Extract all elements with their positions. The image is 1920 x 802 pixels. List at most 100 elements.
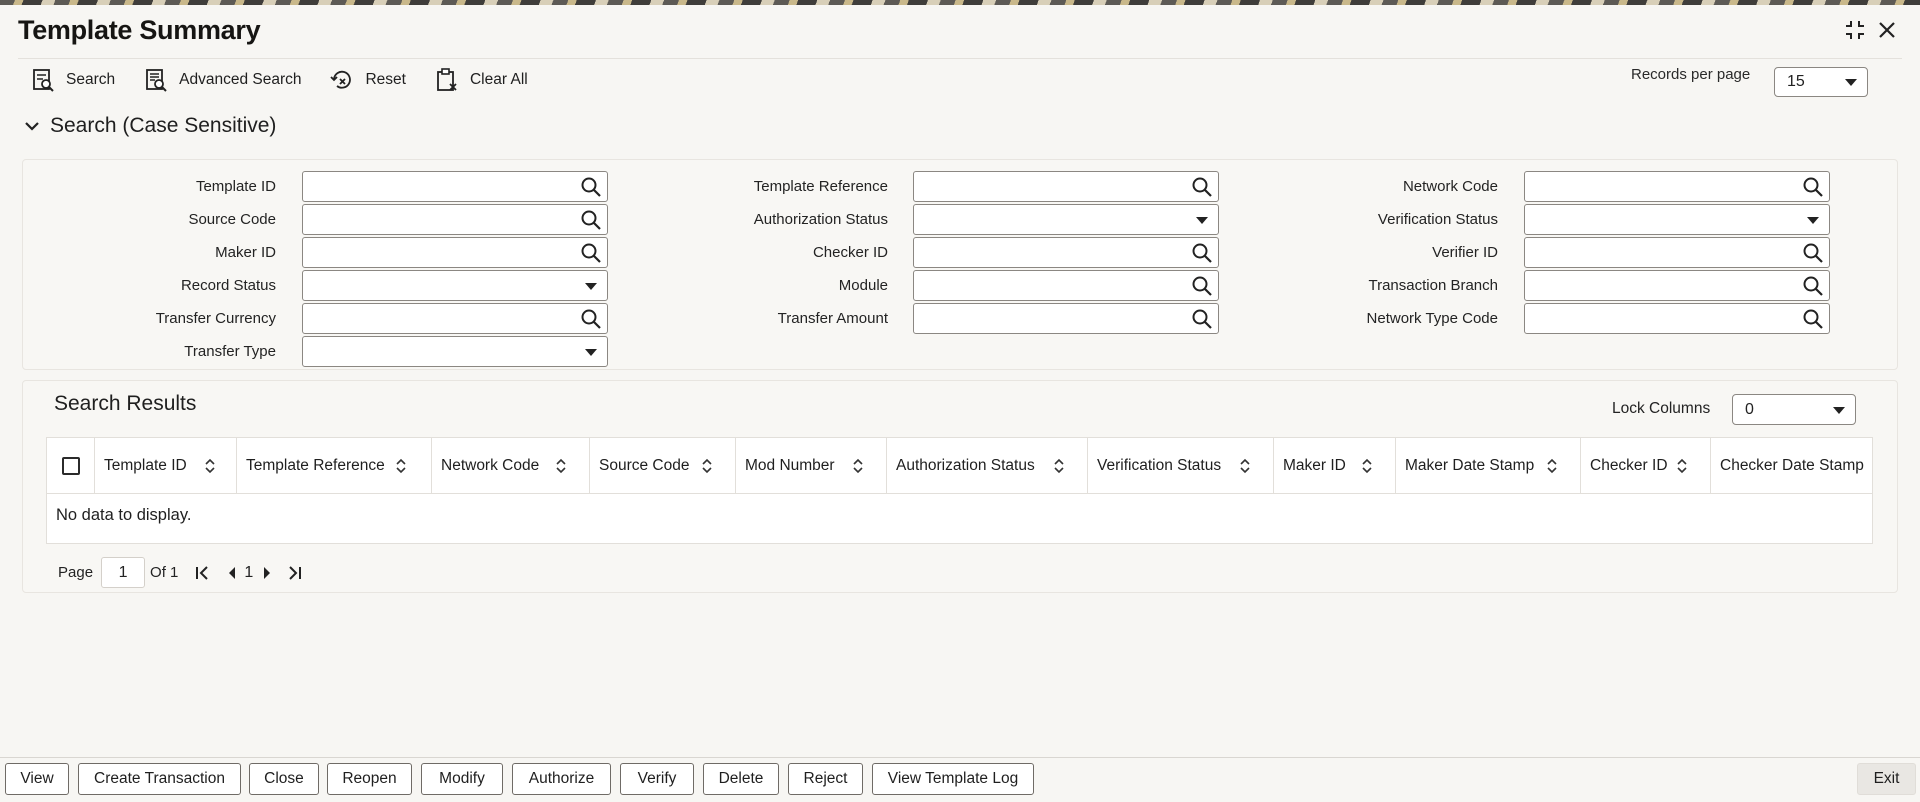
checker-id-input[interactable]: [913, 237, 1219, 268]
verification-status-select[interactable]: [1524, 204, 1830, 235]
view-button[interactable]: View: [5, 763, 69, 795]
minimize-icon[interactable]: [1842, 17, 1868, 43]
records-per-page-value: 15: [1787, 73, 1805, 90]
next-page-icon[interactable]: [261, 564, 273, 582]
page-label: Page: [58, 564, 94, 581]
advanced-search-label: Advanced Search: [179, 71, 302, 88]
first-page-icon[interactable]: [194, 564, 212, 582]
column-header-maker-date-stamp[interactable]: Maker Date Stamp: [1395, 438, 1580, 494]
column-header-mod-number[interactable]: Mod Number: [735, 438, 886, 494]
results-table: Template ID Template Reference Network C…: [46, 437, 1873, 544]
module-input[interactable]: [913, 270, 1219, 301]
network-code-label: Network Code: [1402, 178, 1498, 195]
column-header-source-code[interactable]: Source Code: [589, 438, 735, 494]
records-per-page-select[interactable]: 15: [1774, 67, 1868, 97]
column-header-checker-date-stamp[interactable]: Checker Date Stamp: [1710, 438, 1872, 494]
record-status-label: Record Status: [180, 277, 276, 294]
records-per-page-label: Records per page: [1631, 66, 1751, 83]
search-icon[interactable]: [1190, 241, 1214, 265]
clear-all-button[interactable]: Clear All: [434, 67, 528, 93]
title-bar: Template Summary: [0, 5, 1920, 59]
search-icon[interactable]: [1190, 175, 1214, 199]
previous-page-icon[interactable]: [226, 564, 238, 582]
column-header-verification-status[interactable]: Verification Status: [1087, 438, 1273, 494]
reset-label: Reset: [365, 71, 406, 88]
transfer-currency-input[interactable]: [302, 303, 608, 334]
chevron-down-icon: [1833, 406, 1845, 414]
create-transaction-button[interactable]: Create Transaction: [78, 763, 241, 795]
column-header-maker-id[interactable]: Maker ID: [1273, 438, 1395, 494]
maker-id-input[interactable]: [302, 237, 608, 268]
transfer-type-label: Transfer Type: [184, 343, 276, 360]
authorize-button[interactable]: Authorize: [512, 763, 611, 795]
search-icon[interactable]: [1801, 175, 1825, 199]
delete-button[interactable]: Delete: [703, 763, 779, 795]
transaction-branch-input[interactable]: [1524, 270, 1830, 301]
last-page-icon[interactable]: [285, 564, 303, 582]
column-header-network-code[interactable]: Network Code: [431, 438, 589, 494]
close-icon[interactable]: [1874, 17, 1900, 43]
select-all-checkbox[interactable]: [62, 457, 80, 475]
view-template-log-button[interactable]: View Template Log: [872, 763, 1034, 795]
column-header-checker-id[interactable]: Checker ID: [1580, 438, 1710, 494]
reset-button[interactable]: Reset: [329, 67, 406, 93]
transfer-type-select[interactable]: [302, 336, 608, 367]
template-id-input[interactable]: [302, 171, 608, 202]
search-icon[interactable]: [1190, 307, 1214, 331]
sort-icon[interactable]: [395, 457, 407, 475]
modify-button[interactable]: Modify: [421, 763, 503, 795]
sort-icon[interactable]: [1676, 457, 1688, 475]
search-icon[interactable]: [579, 241, 603, 265]
search-icon[interactable]: [1801, 307, 1825, 331]
search-icon[interactable]: [579, 208, 603, 232]
column-header-authorization-status[interactable]: Authorization Status: [886, 438, 1087, 494]
search-section-title: Search (Case Sensitive): [50, 114, 277, 137]
title-divider: [18, 58, 1902, 59]
close-button[interactable]: Close: [249, 763, 319, 795]
lock-columns-select[interactable]: 0: [1732, 394, 1856, 425]
checker-id-label: Checker ID: [812, 244, 888, 261]
page-number-input[interactable]: 1: [101, 557, 146, 588]
authorization-status-select[interactable]: [913, 204, 1219, 235]
search-button[interactable]: Search: [30, 67, 115, 93]
search-icon[interactable]: [579, 175, 603, 199]
verifier-id-input[interactable]: [1524, 237, 1830, 268]
verify-button[interactable]: Verify: [620, 763, 694, 795]
column-header-template-reference[interactable]: Template Reference: [236, 438, 431, 494]
sort-icon[interactable]: [1053, 457, 1065, 475]
sort-icon[interactable]: [1239, 457, 1251, 475]
reopen-button[interactable]: Reopen: [327, 763, 412, 795]
template-reference-label: Template Reference: [753, 178, 888, 195]
search-icon[interactable]: [579, 307, 603, 331]
reset-icon: [330, 70, 352, 89]
module-label: Module: [838, 277, 888, 294]
maker-id-label: Maker ID: [215, 244, 276, 261]
template-reference-input[interactable]: [913, 171, 1219, 202]
chevron-down-icon: [25, 122, 39, 131]
sort-icon[interactable]: [1546, 457, 1558, 475]
chevron-down-icon: [585, 349, 597, 356]
reject-button[interactable]: Reject: [788, 763, 863, 795]
sort-icon[interactable]: [555, 457, 567, 475]
advanced-search-button[interactable]: Advanced Search: [143, 67, 301, 93]
exit-button[interactable]: Exit: [1857, 763, 1916, 795]
search-icon[interactable]: [1801, 241, 1825, 265]
transfer-amount-input[interactable]: [913, 303, 1219, 334]
network-code-input[interactable]: [1524, 171, 1830, 202]
record-status-select[interactable]: [302, 270, 608, 301]
transfer-amount-label: Transfer Amount: [777, 310, 888, 327]
search-section-toggle[interactable]: Search (Case Sensitive): [22, 114, 276, 138]
column-header-label: Mod Number: [745, 457, 835, 474]
source-code-input[interactable]: [302, 204, 608, 235]
sort-icon[interactable]: [852, 457, 864, 475]
sort-icon[interactable]: [1361, 457, 1373, 475]
sort-icon[interactable]: [701, 457, 713, 475]
column-header-template-id[interactable]: Template ID: [94, 438, 236, 494]
column-header-label: Authorization Status: [896, 457, 1035, 474]
search-icon[interactable]: [1801, 274, 1825, 298]
sort-icon[interactable]: [204, 457, 216, 475]
network-type-code-input[interactable]: [1524, 303, 1830, 334]
search-icon[interactable]: [1190, 274, 1214, 298]
chevron-down-icon: [1196, 217, 1208, 224]
template-id-label: Template ID: [195, 178, 276, 195]
